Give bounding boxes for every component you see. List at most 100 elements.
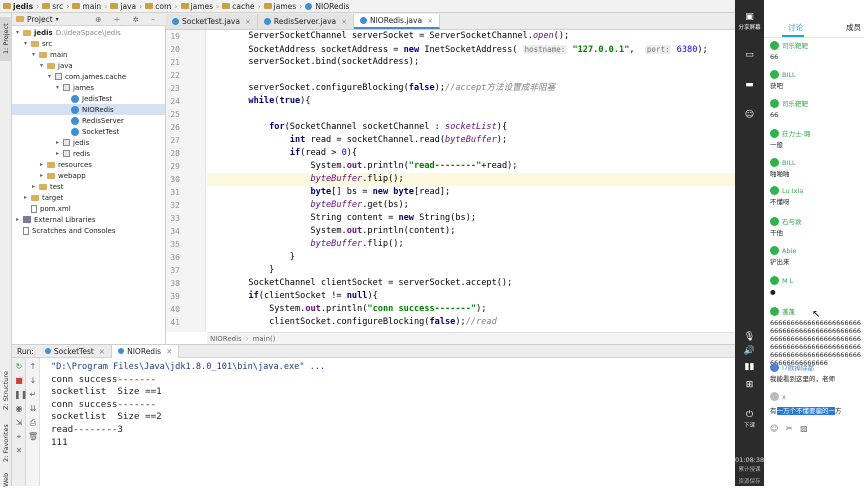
editor-tab[interactable]: RedisServer.java × <box>257 14 354 29</box>
tree-item[interactable]: ▸ External Libraries <box>12 214 165 225</box>
close-icon[interactable]: × <box>427 17 433 25</box>
chat-username[interactable]: M L <box>782 277 793 285</box>
chat-username[interactable]: 司乐靶靶 <box>782 98 808 108</box>
breadcrumb-item[interactable]: jedis <box>3 2 33 11</box>
breadcrumb-item[interactable]: src <box>42 2 63 11</box>
tree-item[interactable]: ▾ jedis D:\ideaSpace\jedis <box>12 27 165 38</box>
close-icon[interactable]: × <box>99 347 105 356</box>
chevron-icon[interactable]: ▾ <box>16 29 23 36</box>
chat-username[interactable]: I7欧掉除都 <box>782 362 814 372</box>
close-icon[interactable]: ✕ <box>14 446 24 456</box>
chevron-icon[interactable]: ▸ <box>56 139 63 146</box>
sidebar-button[interactable]: ▭ <box>735 50 764 61</box>
pin-icon[interactable]: ⌖ <box>14 432 24 442</box>
avatar[interactable] <box>770 98 779 108</box>
run-tab[interactable]: SocketTest × <box>39 344 113 358</box>
chat-username[interactable]: BILL <box>782 71 796 79</box>
chat-username[interactable]: Lu Ixia <box>782 187 803 195</box>
chat-username[interactable]: 蓬蓬 <box>782 306 795 316</box>
breadcrumb-class[interactable]: NIORedis <box>210 335 242 343</box>
camera-icon[interactable]: ◉ <box>14 404 24 414</box>
rerun-icon[interactable]: ↻ <box>14 362 24 372</box>
chevron-icon[interactable]: ▾ <box>48 73 55 80</box>
breadcrumb-item[interactable]: cache <box>222 2 254 11</box>
trash-icon[interactable]: 🗑 <box>28 432 38 442</box>
avatar[interactable] <box>770 306 779 316</box>
tree-item[interactable]: ▸ redis <box>12 148 165 159</box>
run-tab[interactable]: NIORedis × <box>112 344 180 358</box>
avatar[interactable] <box>770 40 779 50</box>
avatar[interactable] <box>770 246 779 255</box>
breadcrumb-item[interactable]: NIORedis <box>305 2 349 11</box>
chevron-icon[interactable]: ▸ <box>56 150 63 157</box>
tree-item[interactable]: ▸ jedis <box>12 137 165 148</box>
chat-username[interactable]: Abie <box>782 247 796 255</box>
tree-item[interactable]: ▾ src <box>12 38 165 49</box>
avatar[interactable] <box>770 128 779 138</box>
chevron-icon[interactable]: ▾ <box>32 51 39 58</box>
breadcrumb-item[interactable]: com <box>145 2 171 11</box>
tree-item[interactable]: ▾ james <box>12 82 165 93</box>
image-icon[interactable]: ▨ <box>800 424 808 433</box>
chat-username[interactable]: 荭力士-璐 <box>782 128 810 138</box>
end-class-button[interactable]: ⏻ 下课 <box>735 410 764 429</box>
stats-button[interactable]: ▮▮ <box>735 362 764 373</box>
avatar[interactable] <box>770 158 779 167</box>
tab-members[interactable]: 成员 <box>846 22 861 33</box>
project-tool-tab[interactable]: 1: Project <box>0 17 12 61</box>
chevron-icon[interactable]: ▸ <box>40 172 47 179</box>
favorites-tool-tab[interactable]: 2: Favorites <box>0 421 12 465</box>
chat-username[interactable]: BILL <box>782 159 796 167</box>
tree-item[interactable]: ▸ resources <box>12 159 165 170</box>
avatar[interactable] <box>770 70 779 79</box>
tree-item[interactable]: ▾ com.james.cache <box>12 71 165 82</box>
avatar[interactable] <box>770 362 779 372</box>
chevron-icon[interactable]: ▾ <box>40 62 47 69</box>
chat-username[interactable]: x <box>782 393 786 401</box>
close-icon[interactable]: × <box>166 347 172 356</box>
tree-item[interactable]: ▸ target <box>12 192 165 203</box>
scroll-end-icon[interactable]: ⇊ <box>28 404 38 414</box>
avatar[interactable] <box>770 276 779 285</box>
stop-icon[interactable]: ■ <box>14 376 24 386</box>
structure-tool-tab[interactable]: Z: Structure <box>0 369 12 413</box>
close-icon[interactable]: × <box>341 18 347 26</box>
tree-item[interactable]: ▸ webapp <box>12 170 165 181</box>
chat-username[interactable]: 石与敦 <box>782 216 802 226</box>
sidebar-button[interactable]: ☺ <box>735 110 764 121</box>
emoji-icon[interactable]: ☺ <box>770 424 778 433</box>
tree-item[interactable]: ▾ main <box>12 49 165 60</box>
print-icon[interactable]: ⎙ <box>28 418 38 428</box>
tree-item[interactable]: SocketTest <box>12 126 165 137</box>
chevron-icon[interactable]: ▸ <box>32 183 39 190</box>
chevron-icon[interactable]: ▾ <box>56 84 63 91</box>
tree-item[interactable]: ▸ test <box>12 181 165 192</box>
share-screen-button[interactable]: ▣ 分享屏幕 <box>735 12 764 31</box>
wrap-icon[interactable]: ↵ <box>28 390 38 400</box>
chevron-icon[interactable]: ▾ <box>24 40 31 47</box>
tree-item[interactable]: Scratches and Consoles <box>12 225 165 236</box>
tree-item[interactable]: NIORedis <box>12 104 165 115</box>
editor-tab[interactable]: SocketTest.java × <box>166 14 258 29</box>
breadcrumb-method[interactable]: main() <box>253 335 276 343</box>
web-tool-tab[interactable]: Web <box>0 469 12 491</box>
breadcrumb-item[interactable]: java <box>110 2 136 11</box>
arrow-up-icon[interactable]: ↑ <box>28 362 38 372</box>
settings-button[interactable]: ⊞ <box>735 380 764 391</box>
pause-icon[interactable]: ❚❚ <box>14 390 27 400</box>
arrow-down-icon[interactable]: ↓ <box>28 376 38 386</box>
tab-discussion[interactable]: 讨论 <box>788 22 803 33</box>
mic-button[interactable]: 🎙 <box>735 332 764 343</box>
scissors-icon[interactable]: ✂ <box>786 424 793 433</box>
chevron-down-icon[interactable]: ▾ <box>56 16 59 23</box>
chevron-icon[interactable]: ▸ <box>24 194 31 201</box>
chevron-icon[interactable]: ▸ <box>40 161 47 168</box>
tree-item[interactable]: RedisServer <box>12 115 165 126</box>
breadcrumb-item[interactable]: main <box>72 2 101 11</box>
avatar[interactable] <box>770 186 779 195</box>
code-editor[interactable]: ServerSocketChannel serverSocket = Serve… <box>207 30 735 332</box>
tree-item[interactable]: pom.xml <box>12 203 165 214</box>
project-panel-actions[interactable]: ⊕ ÷ ✲ – <box>95 15 160 24</box>
chevron-icon[interactable]: ▸ <box>16 216 23 223</box>
tree-item[interactable]: ▾ java <box>12 60 165 71</box>
